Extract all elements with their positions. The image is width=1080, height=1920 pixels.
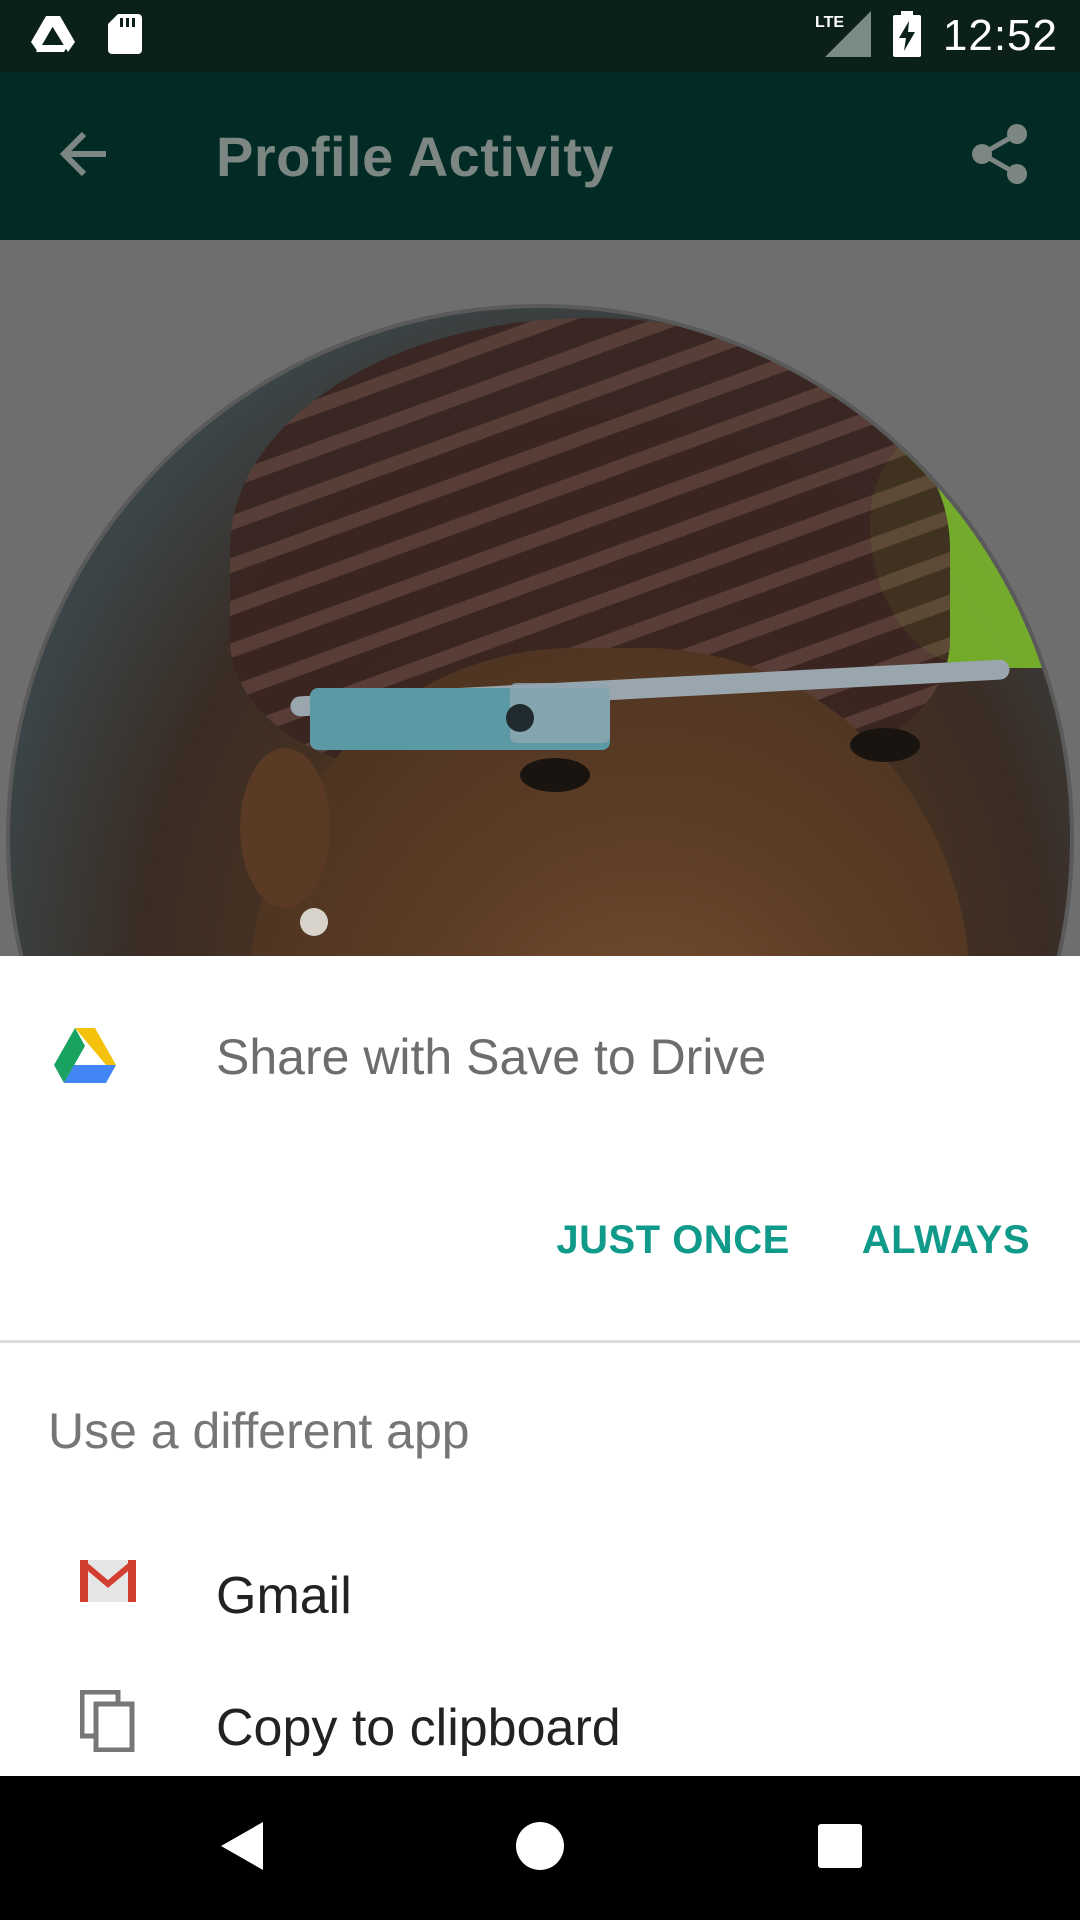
nav-back-button[interactable]	[170, 1776, 314, 1920]
screen: LTE 12:52 Profile Activity Share with Sa…	[0, 0, 1080, 1920]
clock: 12:52	[942, 11, 1058, 60]
drive-notification-icon	[30, 14, 76, 59]
nav-recents-icon	[817, 1823, 863, 1874]
app-bar: Profile Activity	[0, 72, 1080, 240]
nav-recents-button[interactable]	[768, 1776, 912, 1920]
gmail-icon	[80, 1560, 136, 1616]
share-target-title: Share with Save to Drive	[216, 1029, 767, 1085]
nav-bar	[0, 1776, 1080, 1920]
share-button[interactable]	[960, 116, 1040, 196]
lte-signal-icon: LTE	[815, 10, 871, 62]
nav-home-icon	[515, 1821, 565, 1876]
page-title: Profile Activity	[216, 125, 615, 188]
back-button[interactable]	[44, 116, 124, 196]
arrow-back-icon	[58, 128, 110, 185]
sheet-actions: JUST ONCE ALWAYS	[556, 1218, 1030, 1263]
drive-row: Share with Save to Drive	[0, 956, 1080, 1156]
always-button[interactable]: ALWAYS	[862, 1218, 1030, 1263]
google-drive-icon	[54, 1028, 116, 1084]
share-icon	[971, 123, 1029, 190]
status-bar: LTE 12:52	[0, 0, 1080, 72]
share-sheet: Share with Save to Drive JUST ONCE ALWAY…	[0, 956, 1080, 1776]
app-label-copy-to-clipboard: Copy to clipboard	[216, 1699, 621, 1757]
app-item-gmail[interactable]: Gmail	[0, 1516, 1080, 1676]
just-once-button[interactable]: JUST ONCE	[556, 1218, 789, 1263]
svg-text:LTE: LTE	[815, 14, 844, 31]
app-label-gmail: Gmail	[216, 1567, 352, 1625]
nav-back-icon	[219, 1820, 265, 1877]
divider	[0, 1340, 1080, 1343]
profile-photo	[6, 304, 1074, 956]
app-item-copy-to-clipboard[interactable]: Copy to clipboard	[0, 1676, 1080, 1776]
profile-content	[0, 240, 1080, 956]
section-label: Use a different app	[48, 1403, 470, 1459]
nav-home-button[interactable]	[468, 1776, 612, 1920]
battery-charging-icon	[892, 10, 921, 62]
sd-card-icon	[108, 14, 142, 59]
copy-icon	[79, 1689, 136, 1753]
